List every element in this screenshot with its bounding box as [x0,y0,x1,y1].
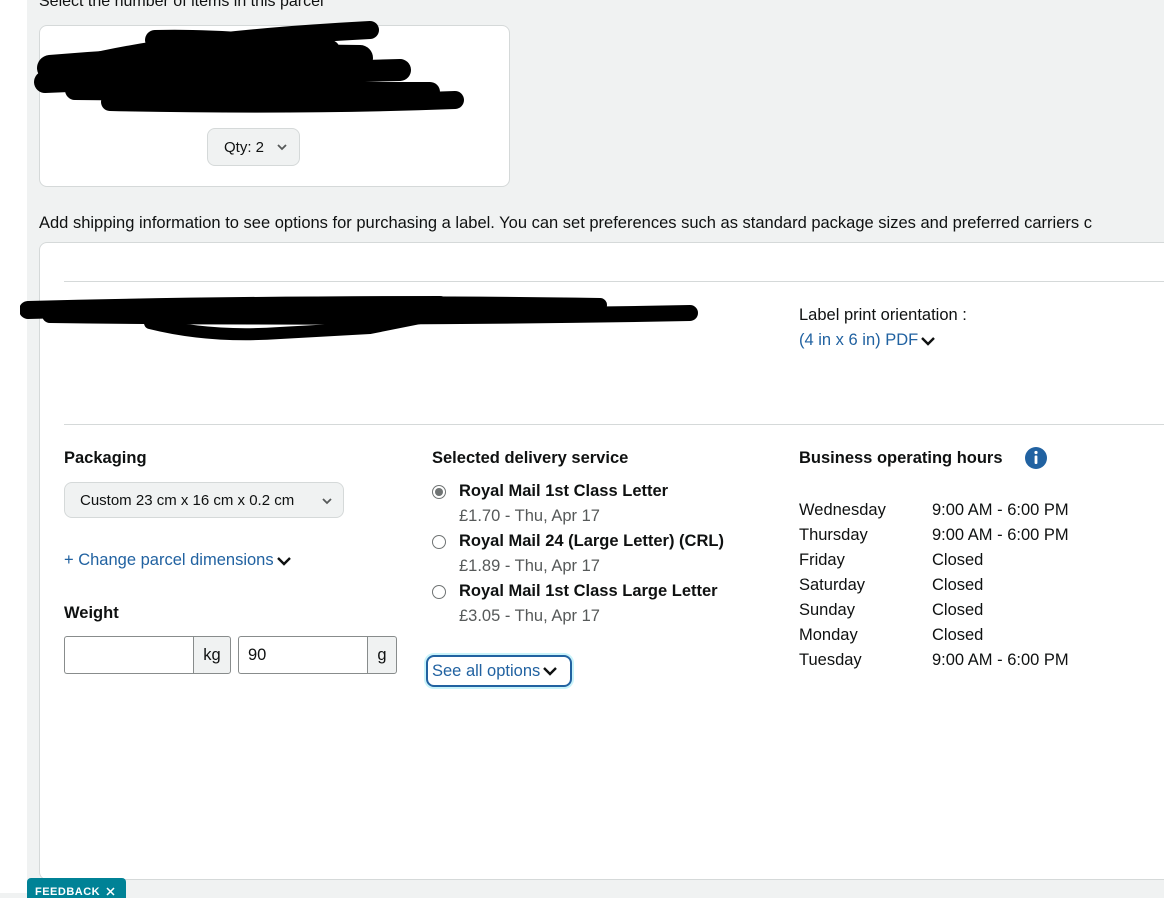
see-all-options-button[interactable]: See all options [426,655,572,687]
delivery-option-radio[interactable] [432,485,446,499]
hours-time: Closed [932,626,984,644]
hours-day: Friday [799,551,845,569]
weight-title: Weight [64,604,119,622]
hours-day: Monday [799,626,858,644]
quantity-label: Qty: 2 [224,138,265,156]
delivery-option-name: Royal Mail 1st Class Large Letter [459,582,718,600]
feedback-label: FEEDBACK [35,886,101,898]
left-margin-strip [0,0,27,893]
redacted-item-image [34,21,464,113]
label-print-orientation-value: (4 in x 6 in) PDF [799,331,919,349]
feedback-tab[interactable]: FEEDBACK [27,878,126,898]
weight-kg-input[interactable] [64,636,193,674]
chevron-down-icon [921,336,936,346]
delivery-option-radio[interactable] [432,535,446,549]
packaging-select[interactable]: Custom 23 cm x 16 cm x 0.2 cm [64,482,344,518]
hours-day: Wednesday [799,501,886,519]
hours-time: Closed [932,551,984,569]
hours-time: 9:00 AM - 6:00 PM [932,651,1069,669]
quantity-dropdown[interactable]: Qty: 2 [207,128,300,166]
delivery-option: Royal Mail 1st Class Large Letter £3.05 … [432,582,752,630]
close-icon[interactable] [106,887,115,896]
change-parcel-dimensions-label: + Change parcel dimensions [64,551,274,569]
hours-day: Sunday [799,601,855,619]
hours-day: Tuesday [799,651,862,669]
delivery-option-radio[interactable] [432,585,446,599]
chevron-down-icon [543,667,558,676]
kg-unit: kg [193,636,231,674]
divider [64,281,1164,282]
g-unit: g [367,636,397,674]
divider [64,424,1164,425]
delivery-service-title: Selected delivery service [432,449,629,467]
business-hours-title: Business operating hours [799,449,1003,467]
hours-time: 9:00 AM - 6:00 PM [932,501,1069,519]
delivery-option: Royal Mail 24 (Large Letter) (CRL) £1.89… [432,532,752,580]
delivery-option-price: £1.70 - Thu, Apr 17 [459,507,600,525]
hours-day: Thursday [799,526,868,544]
chevron-down-icon [277,144,287,151]
weight-g-group: g [238,636,397,674]
delivery-option-name: Royal Mail 1st Class Letter [459,482,669,500]
hours-time: Closed [932,576,984,594]
redacted-address [20,296,698,341]
packaging-title: Packaging [64,449,147,467]
weight-g-input[interactable] [238,636,367,674]
info-icon[interactable] [1024,446,1048,470]
label-print-orientation-title: Label print orientation : [799,306,967,324]
hours-time: 9:00 AM - 6:00 PM [932,526,1069,544]
chevron-down-icon [276,556,291,566]
delivery-option-price: £1.89 - Thu, Apr 17 [459,557,600,575]
select-items-label: Select the number of items in this parce… [39,0,324,10]
hours-time: Closed [932,601,984,619]
label-print-orientation-dropdown[interactable]: (4 in x 6 in) PDF [799,331,936,350]
delivery-option: Royal Mail 1st Class Letter £1.70 - Thu,… [432,482,752,530]
see-all-options-label: See all options [432,661,541,680]
chevron-down-icon [322,498,332,505]
parcel-item-card: Qty: 2 [34,21,510,187]
shipping-panel: Label print orientation : (4 in x 6 in) … [20,242,1164,880]
weight-kg-group: kg [64,636,231,674]
delivery-option-price: £3.05 - Thu, Apr 17 [459,607,600,625]
hours-day: Saturday [799,576,866,594]
delivery-option-name: Royal Mail 24 (Large Letter) (CRL) [459,532,724,550]
shipping-info-text: Add shipping information to see options … [39,214,1092,232]
packaging-selected: Custom 23 cm x 16 cm x 0.2 cm [80,491,295,509]
change-parcel-dimensions-link[interactable]: + Change parcel dimensions [64,551,292,570]
